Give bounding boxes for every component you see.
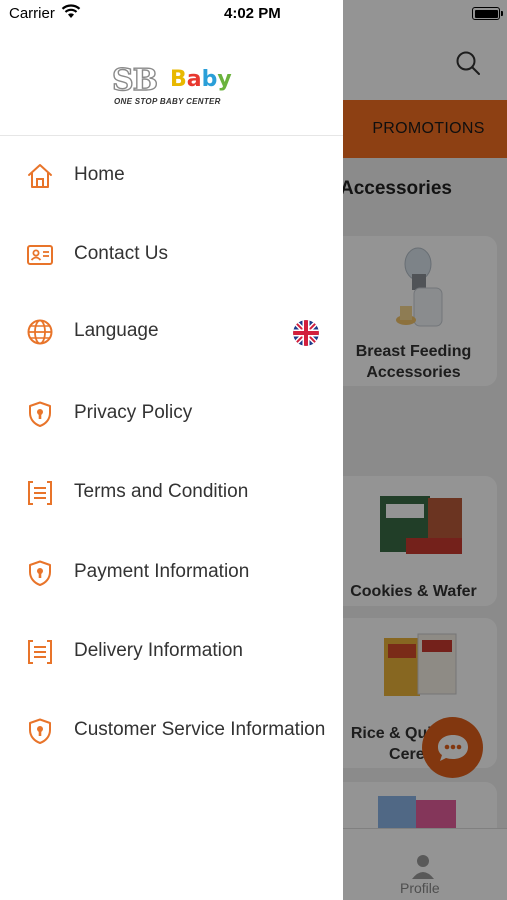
menu-label: Delivery Information	[74, 640, 243, 661]
logo-baby-text: Baby	[170, 67, 232, 92]
menu-label: Contact Us	[74, 243, 168, 264]
brand-logo: SB Baby ONE STOP BABY CENTER	[111, 62, 232, 111]
shield-lock-icon	[29, 560, 51, 586]
clock: 4:02 PM	[224, 5, 281, 22]
menu-item-contact-us[interactable]: Contact Us	[0, 229, 343, 279]
navigation-drawer: SB Baby ONE STOP BABY CENTER Home Contac…	[0, 0, 343, 900]
menu-label: Terms and Condition	[74, 481, 249, 502]
menu-label: Language	[74, 320, 159, 341]
menu-label: Customer Service Information	[74, 719, 326, 740]
contact-card-icon	[27, 245, 53, 265]
wifi-icon	[61, 4, 81, 18]
menu-item-terms[interactable]: Terms and Condition	[0, 467, 343, 517]
menu-label: Payment Information	[74, 561, 250, 582]
shield-lock-icon	[29, 718, 51, 744]
drawer-header: SB Baby ONE STOP BABY CENTER	[0, 28, 343, 136]
menu-item-home[interactable]: Home	[0, 150, 343, 200]
logo-tagline: ONE STOP BABY CENTER	[114, 97, 221, 106]
carrier-label: Carrier	[9, 5, 55, 22]
document-list-icon	[28, 640, 52, 664]
home-icon	[28, 164, 52, 188]
logo-sb-text: SB	[111, 62, 158, 98]
menu-item-delivery-information[interactable]: Delivery Information	[0, 626, 343, 676]
uk-flag-icon[interactable]	[293, 320, 319, 346]
globe-icon	[27, 319, 53, 345]
battery-icon	[472, 7, 503, 20]
menu-item-customer-service-information[interactable]: Customer Service Information	[0, 705, 343, 755]
menu-item-privacy-policy[interactable]: Privacy Policy	[0, 388, 343, 438]
menu-item-language[interactable]: Language	[0, 306, 343, 356]
status-bar: Carrier 4:02 PM	[0, 0, 507, 28]
shield-lock-icon	[29, 401, 51, 427]
menu-label: Privacy Policy	[74, 402, 193, 423]
menu-item-payment-information[interactable]: Payment Information	[0, 547, 343, 597]
document-list-icon	[28, 481, 52, 505]
menu-label: Home	[74, 164, 125, 185]
